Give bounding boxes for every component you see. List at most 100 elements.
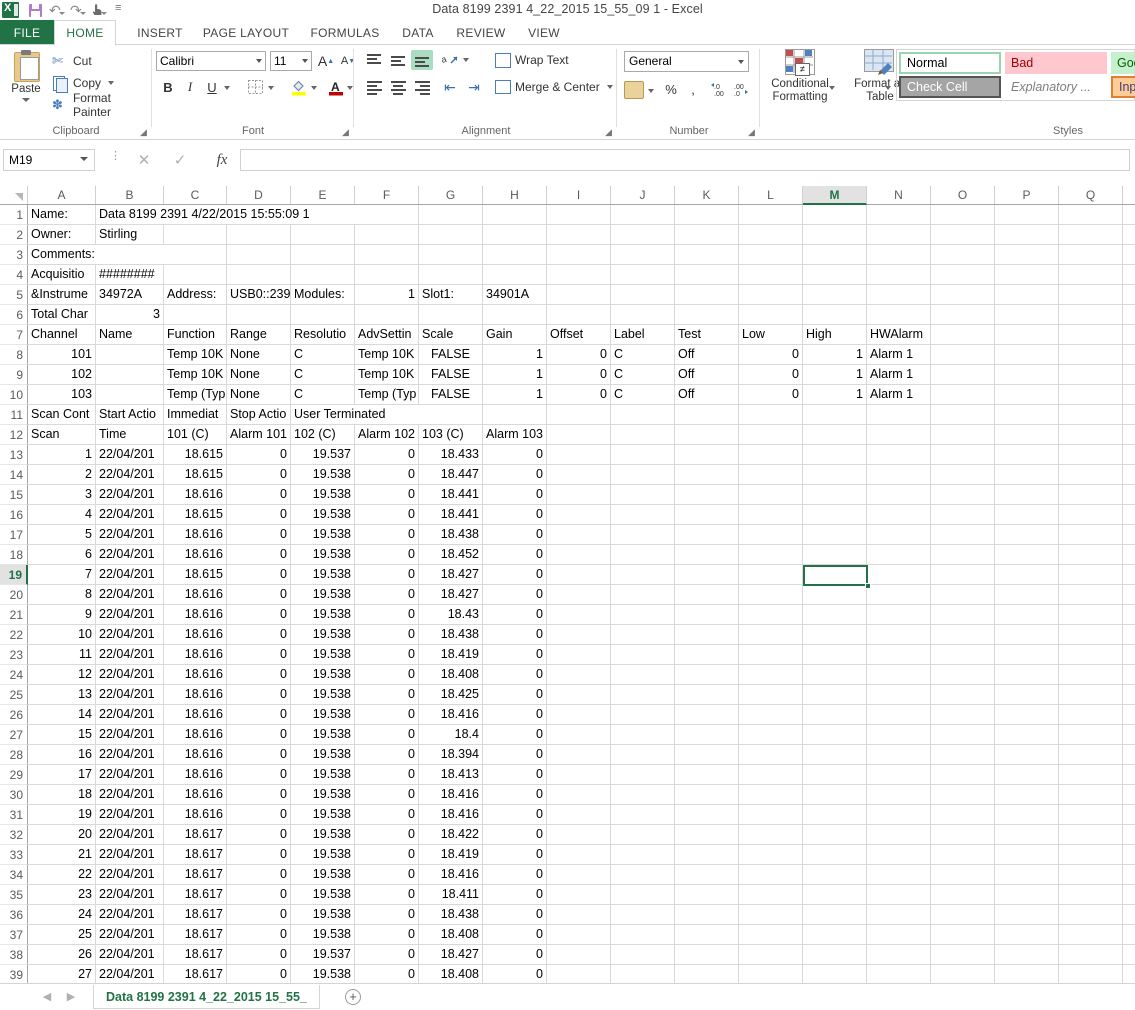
cell-H1[interactable] <box>483 205 547 225</box>
cell-H33[interactable]: 0 <box>483 845 547 865</box>
cell-R38[interactable] <box>1123 945 1135 965</box>
cell-P8[interactable] <box>995 345 1059 365</box>
cell-D4[interactable] <box>227 265 291 285</box>
cell-B22[interactable]: 22/04/201 <box>96 625 164 645</box>
cell-A16[interactable]: 4 <box>28 505 96 525</box>
cell-B31[interactable]: 22/04/201 <box>96 805 164 825</box>
cell-P26[interactable] <box>995 705 1059 725</box>
cell-F18[interactable]: 0 <box>355 545 419 565</box>
cell-P27[interactable] <box>995 725 1059 745</box>
cell-R11[interactable] <box>1123 405 1135 425</box>
cell-C39[interactable]: 18.617 <box>164 965 227 983</box>
cell-G7[interactable]: Scale <box>419 325 483 345</box>
cell-E15[interactable]: 19.538 <box>291 485 355 505</box>
cell-C12[interactable]: 101 (C) <box>164 425 227 445</box>
cell-R6[interactable] <box>1123 305 1135 325</box>
align-left-icon[interactable] <box>363 77 385 97</box>
cell-A19[interactable]: 7 <box>28 565 96 585</box>
row-header-18[interactable]: 18 <box>0 545 28 565</box>
cell-I38[interactable] <box>547 945 611 965</box>
cell-K10[interactable]: Off <box>675 385 739 405</box>
cell-N33[interactable] <box>867 845 931 865</box>
cell-C32[interactable]: 18.617 <box>164 825 227 845</box>
cell-D27[interactable]: 0 <box>227 725 291 745</box>
cell-J21[interactable] <box>611 605 675 625</box>
row-header-31[interactable]: 31 <box>0 805 28 825</box>
name-box-dropdown-icon[interactable] <box>80 157 88 161</box>
cell-R29[interactable] <box>1123 765 1135 785</box>
cell-P22[interactable] <box>995 625 1059 645</box>
cell-O31[interactable] <box>931 805 995 825</box>
row-header-6[interactable]: 6 <box>0 305 28 325</box>
cell-Q3[interactable] <box>1059 245 1123 265</box>
cell-L3[interactable] <box>739 245 803 265</box>
cell-I13[interactable] <box>547 445 611 465</box>
cell-B36[interactable]: 22/04/201 <box>96 905 164 925</box>
cell-M1[interactable] <box>803 205 867 225</box>
cell-R9[interactable] <box>1123 365 1135 385</box>
cell-D31[interactable]: 0 <box>227 805 291 825</box>
cell-Q22[interactable] <box>1059 625 1123 645</box>
cell-G21[interactable]: 18.43 <box>419 605 483 625</box>
cell-P5[interactable] <box>995 285 1059 305</box>
cell-L25[interactable] <box>739 685 803 705</box>
cell-D2[interactable] <box>227 225 291 245</box>
cell-Q21[interactable] <box>1059 605 1123 625</box>
cell-A2[interactable]: Owner: <box>28 225 96 245</box>
cell-F34[interactable]: 0 <box>355 865 419 885</box>
cell-Q28[interactable] <box>1059 745 1123 765</box>
cell-J14[interactable] <box>611 465 675 485</box>
cell-L32[interactable] <box>739 825 803 845</box>
cell-F30[interactable]: 0 <box>355 785 419 805</box>
cell-H4[interactable] <box>483 265 547 285</box>
confirm-entry-icon[interactable]: ✓ <box>166 149 194 171</box>
cell-C7[interactable]: Function <box>164 325 227 345</box>
cell-P7[interactable] <box>995 325 1059 345</box>
row-header-9[interactable]: 9 <box>0 365 28 385</box>
cell-B24[interactable]: 22/04/201 <box>96 665 164 685</box>
cell-Q32[interactable] <box>1059 825 1123 845</box>
cell-A30[interactable]: 18 <box>28 785 96 805</box>
cell-B29[interactable]: 22/04/201 <box>96 765 164 785</box>
cell-L23[interactable] <box>739 645 803 665</box>
cell-F6[interactable] <box>355 305 419 325</box>
font-dialog-launcher[interactable]: ◢ <box>342 127 351 137</box>
column-header-N[interactable]: N <box>867 186 931 204</box>
cell-O17[interactable] <box>931 525 995 545</box>
cell-E35[interactable]: 19.538 <box>291 885 355 905</box>
cell-H7[interactable]: Gain <box>483 325 547 345</box>
column-header-R[interactable]: R <box>1123 186 1135 204</box>
cell-D25[interactable]: 0 <box>227 685 291 705</box>
cell-J35[interactable] <box>611 885 675 905</box>
cell-I27[interactable] <box>547 725 611 745</box>
cell-M8[interactable]: 1 <box>803 345 867 365</box>
cell-K31[interactable] <box>675 805 739 825</box>
cell-O21[interactable] <box>931 605 995 625</box>
align-center-icon[interactable] <box>387 77 409 97</box>
style-normal[interactable]: Normal <box>899 52 1001 74</box>
cell-I4[interactable] <box>547 265 611 285</box>
row-header-20[interactable]: 20 <box>0 585 28 605</box>
formula-bar-grip[interactable]: ⋮ <box>110 151 121 162</box>
cell-D12[interactable]: Alarm 101 <box>227 425 291 445</box>
cell-A39[interactable]: 27 <box>28 965 96 983</box>
cell-K36[interactable] <box>675 905 739 925</box>
cell-O20[interactable] <box>931 585 995 605</box>
cell-D13[interactable]: 0 <box>227 445 291 465</box>
cell-I7[interactable]: Offset <box>547 325 611 345</box>
cell-N30[interactable] <box>867 785 931 805</box>
comma-style-button[interactable]: , <box>684 80 702 98</box>
cell-F27[interactable]: 0 <box>355 725 419 745</box>
cell-N36[interactable] <box>867 905 931 925</box>
row-header-13[interactable]: 13 <box>0 445 28 465</box>
cell-E32[interactable]: 19.538 <box>291 825 355 845</box>
cell-M36[interactable] <box>803 905 867 925</box>
cell-H16[interactable]: 0 <box>483 505 547 525</box>
cell-G15[interactable]: 18.441 <box>419 485 483 505</box>
cell-H22[interactable]: 0 <box>483 625 547 645</box>
column-header-B[interactable]: B <box>96 186 164 204</box>
cell-L26[interactable] <box>739 705 803 725</box>
cell-Q38[interactable] <box>1059 945 1123 965</box>
cell-B26[interactable]: 22/04/201 <box>96 705 164 725</box>
align-middle-icon[interactable] <box>387 50 409 70</box>
